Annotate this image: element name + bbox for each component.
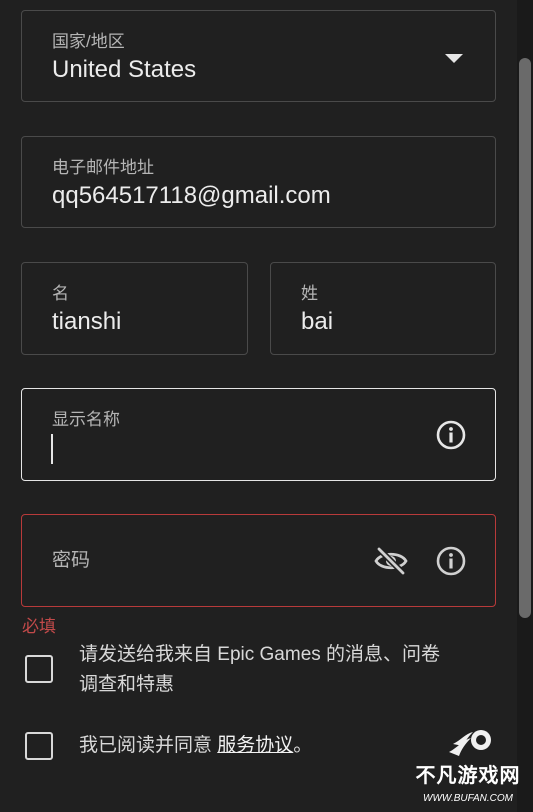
password-field[interactable]: 密码 <box>21 514 496 607</box>
marketing-checkbox-label[interactable]: 请发送给我来自 Epic Games 的消息、问卷 调查和特惠 <box>79 640 440 700</box>
first-name-label: 名 <box>52 284 69 303</box>
terms-checkbox-label[interactable]: 我已阅读并同意 服务协议。 <box>79 731 312 761</box>
watermark-url: WWW.BUFAN.COM <box>423 793 513 804</box>
last-name-value: bai <box>301 308 334 335</box>
email-field[interactable]: 电子邮件地址 qq564517118@gmail.com <box>21 136 496 228</box>
email-value: qq564517118@gmail.com <box>52 182 331 209</box>
marketing-label-line1: 请发送给我来自 Epic Games 的消息、问卷 <box>79 644 441 665</box>
display-name-label: 显示名称 <box>52 410 120 429</box>
marketing-checkbox[interactable] <box>25 655 53 683</box>
password-required-hint: 必填 <box>22 617 56 636</box>
password-label: 密码 <box>52 550 91 571</box>
text-cursor <box>51 434 53 464</box>
email-label: 电子邮件地址 <box>52 158 154 177</box>
display-name-field[interactable]: 显示名称 <box>21 388 496 481</box>
marketing-label-line2: 调查和特惠 <box>79 674 175 695</box>
scrollbar[interactable] <box>517 0 533 812</box>
terms-label-suffix: 。 <box>293 735 313 756</box>
scrollbar-thumb[interactable] <box>519 58 531 618</box>
last-name-field[interactable]: 姓 bai <box>270 262 496 355</box>
info-icon[interactable] <box>435 419 467 451</box>
first-name-field[interactable]: 名 tianshi <box>21 262 248 355</box>
country-select[interactable]: 国家/地区 United States <box>21 10 496 102</box>
terms-label-prefix: 我已阅读并同意 <box>79 735 218 756</box>
info-icon[interactable] <box>435 545 467 577</box>
terms-of-service-link[interactable]: 服务协议 <box>217 735 293 756</box>
terms-checkbox[interactable] <box>25 732 53 760</box>
watermark-title: 不凡游戏网 <box>415 765 521 787</box>
country-label: 国家/地区 <box>52 32 125 51</box>
chevron-down-icon <box>445 54 463 63</box>
eye-slash-icon[interactable] <box>373 545 409 577</box>
country-value: United States <box>52 56 197 83</box>
bufan-logo-icon <box>449 730 491 756</box>
watermark: 不凡游戏网 WWW.BUFAN.COM <box>413 726 523 806</box>
last-name-label: 姓 <box>301 284 318 303</box>
first-name-value: tianshi <box>52 308 122 335</box>
